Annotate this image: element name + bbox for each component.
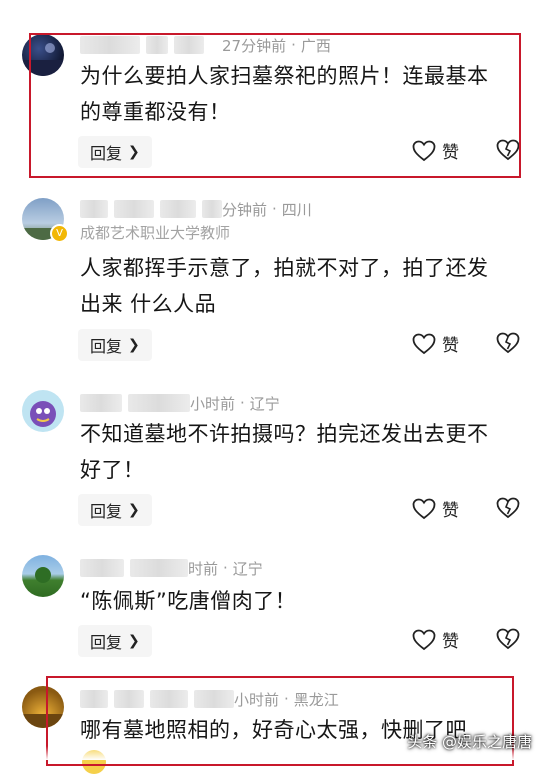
comment-time: 小时前 xyxy=(190,394,236,413)
dislike-button[interactable] xyxy=(496,628,520,654)
comment-location: 四川 xyxy=(281,200,312,219)
heart-icon xyxy=(412,498,436,519)
heart-icon xyxy=(412,629,436,650)
reply-label: 回复 xyxy=(90,502,123,521)
comment-text-line: 不知道墓地不许拍摄吗？拍完还发出去更不 xyxy=(80,422,489,446)
dislike-button[interactable] xyxy=(496,332,520,358)
comment-text-line: 人家都挥手示意了，拍就不对了，拍了还发 xyxy=(80,256,489,280)
separator: · xyxy=(272,200,277,218)
reply-label: 回复 xyxy=(90,337,123,356)
reply-button[interactable]: 回复 ❯ xyxy=(78,329,152,361)
heart-icon xyxy=(412,333,436,354)
comment-location: 辽宁 xyxy=(249,394,280,413)
reply-button[interactable]: 回复 ❯ xyxy=(78,625,152,657)
avatar[interactable] xyxy=(22,390,64,432)
user-title: 成都艺术职业大学教师 xyxy=(80,224,231,242)
comment-text-line: 好了！ xyxy=(80,458,145,482)
comment-meta: 时前 · 辽宁 xyxy=(80,557,263,579)
comment-actions: 回复 ❯ 赞 xyxy=(78,625,528,659)
comment-text-line: “陈佩斯”吃唐僧肉了！ xyxy=(80,589,297,613)
like-label: 赞 xyxy=(442,336,459,356)
comment-text: 不知道墓地不许拍摄吗？拍完还发出去更不 好了！ xyxy=(80,416,520,488)
cartoon-avatar-art xyxy=(30,401,56,427)
like-button[interactable]: 赞 xyxy=(412,627,459,652)
broken-heart-icon xyxy=(496,628,520,650)
watermark: 头条 @娱乐之唐唐 xyxy=(407,733,532,751)
chevron-right-icon: ❯ xyxy=(128,337,140,353)
highlight-box xyxy=(29,33,521,178)
dislike-button[interactable] xyxy=(496,497,520,523)
comment-actions: 回复 ❯ 赞 xyxy=(78,329,528,363)
comment-text: “陈佩斯”吃唐僧肉了！ xyxy=(80,583,520,619)
landscape-avatar-art xyxy=(35,567,51,583)
avatar[interactable] xyxy=(22,555,64,597)
separator: · xyxy=(223,559,228,577)
comment-actions: 回复 ❯ 赞 xyxy=(78,494,528,528)
comment-time: 分钟前 xyxy=(222,200,268,219)
chevron-right-icon: ❯ xyxy=(128,502,140,518)
comment-text: 人家都挥手示意了，拍就不对了，拍了还发 出来 什么人品 xyxy=(80,250,520,322)
verified-badge-icon: V xyxy=(50,224,69,243)
broken-heart-icon xyxy=(496,497,520,519)
separator: · xyxy=(240,394,245,412)
broken-heart-icon xyxy=(496,332,520,354)
comment-meta: 分钟前 · 四川 xyxy=(80,198,312,220)
like-label: 赞 xyxy=(442,632,459,652)
comment-time: 时前 xyxy=(188,559,219,578)
chevron-right-icon: ❯ xyxy=(128,633,140,649)
like-label: 赞 xyxy=(442,501,459,521)
like-button[interactable]: 赞 xyxy=(412,496,459,521)
comment-meta: 小时前 · 辽宁 xyxy=(80,392,280,414)
reply-label: 回复 xyxy=(90,633,123,652)
reply-button[interactable]: 回复 ❯ xyxy=(78,494,152,526)
like-button[interactable]: 赞 xyxy=(412,331,459,356)
comment-location: 辽宁 xyxy=(232,559,263,578)
comment-text-line: 出来 什么人品 xyxy=(80,292,217,316)
